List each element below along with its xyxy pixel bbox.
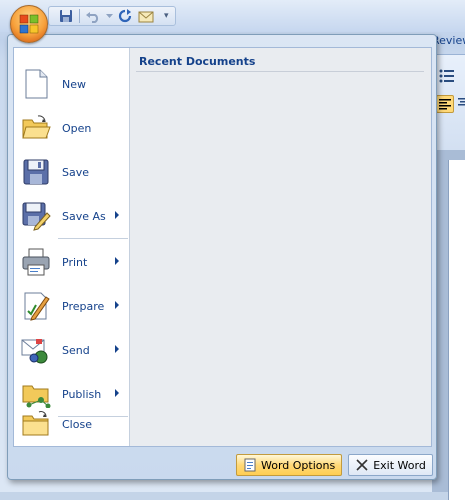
- menu-footer: Word Options Exit Word: [236, 454, 433, 476]
- undo-dropdown-icon[interactable]: [105, 8, 113, 24]
- menu-divider: [58, 238, 128, 239]
- menu-body: New Open Save Save As Print Prepare Send…: [13, 47, 432, 447]
- submenu-arrow-icon: [115, 345, 119, 353]
- menu-item-label: Save As: [62, 209, 106, 223]
- new-document-icon: [20, 68, 52, 100]
- submenu-arrow-icon: [115, 257, 119, 265]
- prepare-icon: [20, 290, 52, 322]
- close-x-icon: [355, 458, 369, 472]
- exit-word-label: Exit Word: [373, 458, 426, 472]
- save-disk-icon: [20, 156, 52, 188]
- submenu-arrow-icon: [115, 301, 119, 309]
- quick-access-toolbar: ▾: [48, 6, 176, 26]
- save-icon[interactable]: [57, 8, 75, 24]
- menu-item-save[interactable]: Save: [16, 152, 127, 192]
- exit-word-button[interactable]: Exit Word: [348, 454, 433, 476]
- menu-item-label: Open: [62, 121, 92, 135]
- word-options-label: Word Options: [261, 458, 336, 472]
- document-page[interactable]: [448, 160, 465, 500]
- menu-item-label: Send: [62, 343, 90, 357]
- menu-item-label: Publish: [62, 387, 102, 401]
- menu-item-open[interactable]: Open: [16, 108, 127, 148]
- word-options-button[interactable]: Word Options: [236, 454, 343, 476]
- office-button[interactable]: [10, 5, 48, 43]
- submenu-arrow-icon: [115, 389, 119, 397]
- save-as-icon: [20, 200, 52, 232]
- menu-commands: New Open Save Save As Print Prepare Send…: [14, 48, 129, 446]
- submenu-arrow-icon: [115, 211, 119, 219]
- printer-icon: [20, 246, 52, 278]
- open-folder-icon: [20, 112, 52, 144]
- menu-item-label: Close: [62, 417, 92, 431]
- menu-item-save-as[interactable]: Save As: [16, 196, 127, 236]
- customize-toolbar-icon[interactable]: ▾: [164, 11, 169, 21]
- recent-documents-divider: [136, 71, 424, 72]
- menu-item-label: Save: [62, 165, 90, 179]
- center-align-icon[interactable]: [456, 95, 465, 113]
- toolbar-separator: [79, 9, 80, 23]
- close-folder-icon: [20, 408, 52, 440]
- send-icon: [20, 334, 52, 366]
- email-icon[interactable]: [137, 8, 155, 24]
- menu-item-prepare[interactable]: Prepare: [16, 286, 127, 326]
- menu-item-label: Prepare: [62, 299, 105, 313]
- menu-item-label: New: [62, 77, 86, 91]
- bullets-icon[interactable]: [438, 67, 456, 85]
- menu-item-label: Print: [62, 255, 88, 269]
- recent-documents-title: Recent Documents: [139, 55, 256, 68]
- menu-item-send[interactable]: Send: [16, 330, 127, 370]
- align-left-icon[interactable]: [436, 95, 454, 113]
- menu-item-close[interactable]: Close: [16, 404, 127, 444]
- office-menu: New Open Save Save As Print Prepare Send…: [7, 34, 437, 480]
- office-logo-icon: [19, 14, 39, 34]
- options-icon: [243, 458, 257, 472]
- undo-icon[interactable]: [84, 8, 102, 24]
- menu-item-print[interactable]: Print: [16, 242, 127, 282]
- redo-icon[interactable]: [116, 8, 134, 24]
- recent-documents-pane: Recent Documents: [129, 48, 431, 446]
- menu-item-new[interactable]: New: [16, 64, 127, 104]
